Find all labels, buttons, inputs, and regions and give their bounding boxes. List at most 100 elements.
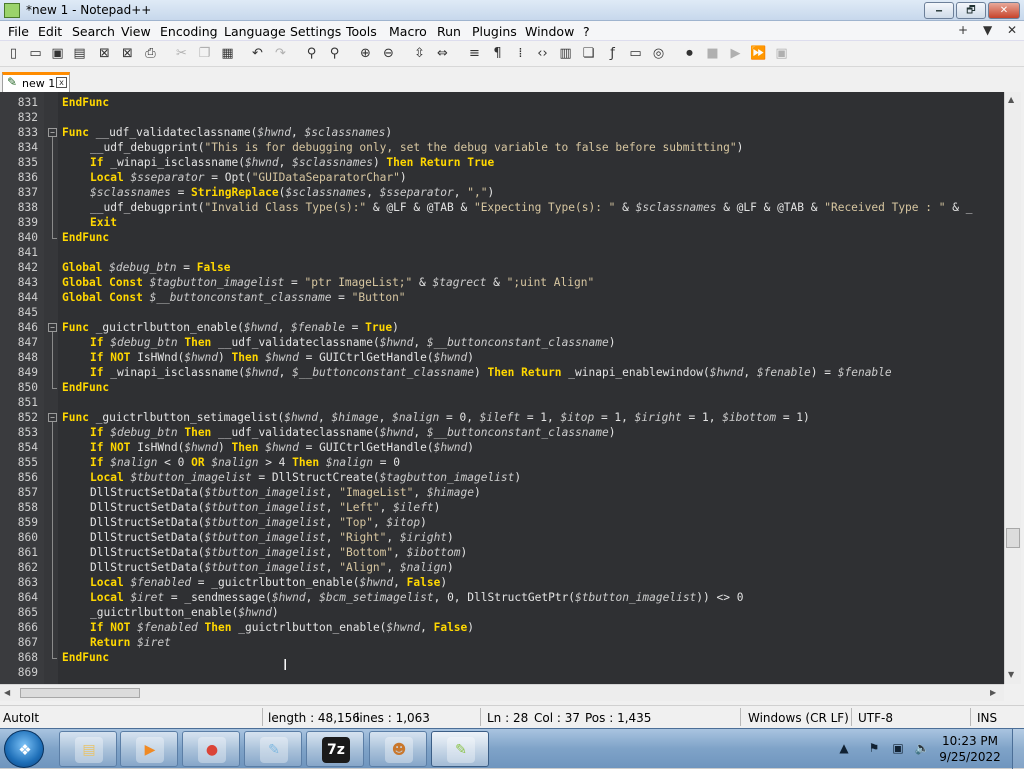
- menu-window[interactable]: Window: [525, 24, 574, 39]
- stop-record-icon[interactable]: ■: [704, 45, 721, 62]
- new-file-icon[interactable]: ▯: [5, 45, 22, 62]
- save-macro-icon[interactable]: ▣: [773, 45, 790, 62]
- scroll-left-icon[interactable]: ◀: [4, 688, 10, 697]
- line-number: 846: [17, 321, 38, 334]
- doc-list-icon[interactable]: ❏: [580, 45, 597, 62]
- menu-language[interactable]: Language: [224, 24, 286, 39]
- zoom-out-icon[interactable]: ⊖: [380, 45, 397, 62]
- save-all-icon[interactable]: ▤: [71, 45, 88, 62]
- line-number: 844: [17, 291, 38, 304]
- menu-help[interactable]: ?: [583, 24, 590, 39]
- status-insert-mode: INS: [977, 711, 998, 725]
- tab-close-icon[interactable]: x: [56, 77, 67, 88]
- taskbar-app-gimp[interactable]: ☻: [369, 731, 427, 767]
- show-desktop-button[interactable]: [1012, 729, 1024, 769]
- menu-tools[interactable]: Tools: [346, 24, 377, 39]
- udl-icon[interactable]: ‹›: [534, 45, 551, 62]
- play-macro-icon[interactable]: ▶: [727, 45, 744, 62]
- undo-icon[interactable]: ↶: [249, 45, 266, 62]
- scroll-right-icon[interactable]: ▶: [990, 688, 996, 697]
- close-tab-button[interactable]: ✕: [1007, 23, 1017, 37]
- minimize-button[interactable]: 🗕: [924, 2, 954, 19]
- title-bar[interactable]: *new 1 - Notepad++ 🗕 🗗 ✕: [0, 0, 1024, 21]
- find-icon[interactable]: ⚲: [303, 45, 320, 62]
- network-icon[interactable]: ▣: [890, 740, 906, 756]
- tab-list-dropdown-icon[interactable]: ▼: [983, 23, 992, 37]
- fold-toggle-icon[interactable]: −: [48, 413, 57, 422]
- clock-time[interactable]: 10:23 PM: [935, 734, 1005, 748]
- line-number: 838: [17, 201, 38, 214]
- sync-vertical-icon[interactable]: ⇳: [411, 45, 428, 62]
- menu-run[interactable]: Run: [437, 24, 461, 39]
- code-line: Exit: [90, 216, 117, 229]
- menu-plugins[interactable]: Plugins: [472, 24, 517, 39]
- code-editor[interactable]: 831 832 833 834 835 836 837 838 839 840 841 842 843 8…: [0, 92, 1004, 684]
- vertical-scroll-thumb[interactable]: [1006, 528, 1020, 548]
- run-macro-multiple-icon[interactable]: ⏩: [750, 45, 767, 62]
- menu-settings[interactable]: Settings: [290, 24, 341, 39]
- record-macro-icon[interactable]: ⏺: [681, 45, 698, 62]
- code-line: Local $iret = _sendmessage($hwnd, $bcm_s…: [90, 591, 744, 604]
- word-wrap-icon[interactable]: ≡: [466, 45, 483, 62]
- menu-search[interactable]: Search: [72, 24, 115, 39]
- copy-icon[interactable]: ❐: [196, 45, 213, 62]
- horizontal-scrollbar[interactable]: ◀ ▶: [0, 684, 1004, 701]
- menu-view[interactable]: View: [121, 24, 151, 39]
- taskbar-app-notepad[interactable]: ✎: [244, 731, 302, 767]
- taskbar-app-7zip[interactable]: 7z: [306, 731, 364, 767]
- code-line: If $debug_btn Then __udf_validateclassna…: [90, 336, 616, 349]
- taskbar-app-notepad-plus-plus[interactable]: ✎: [431, 731, 489, 767]
- menu-macro[interactable]: Macro: [389, 24, 427, 39]
- zoom-in-icon[interactable]: ⊕: [357, 45, 374, 62]
- menu-encoding[interactable]: Encoding: [160, 24, 218, 39]
- menu-file[interactable]: File: [8, 24, 29, 39]
- fold-toggle-icon[interactable]: −: [48, 323, 57, 332]
- line-number: 835: [17, 156, 38, 169]
- status-pos: Pos : 1,435: [585, 711, 652, 725]
- show-all-chars-icon[interactable]: ¶: [489, 45, 506, 62]
- menu-edit[interactable]: Edit: [38, 24, 62, 39]
- action-center-icon[interactable]: ⚑: [866, 740, 882, 756]
- code-line: If NOT IsHWnd($hwnd) Then $hwnd = GUICtr…: [90, 351, 475, 364]
- volume-icon[interactable]: 🔈: [914, 740, 930, 756]
- fold-end-mark: [52, 658, 57, 659]
- horizontal-scroll-thumb[interactable]: [20, 688, 140, 698]
- code-line: If $nalign < 0 OR $nalign > 4 Then $nali…: [90, 456, 400, 469]
- code-line: Local $sseparator = Opt("GUIDataSeparato…: [90, 171, 407, 184]
- paste-icon[interactable]: ▦: [219, 45, 236, 62]
- scroll-down-icon[interactable]: ▼: [1008, 670, 1014, 679]
- close-icon[interactable]: ⊠: [96, 45, 113, 62]
- redo-icon[interactable]: ↷: [272, 45, 289, 62]
- clock-date[interactable]: 9/25/2022: [935, 750, 1005, 764]
- new-tab-button[interactable]: +: [958, 23, 968, 37]
- code-line: Return $iret: [90, 636, 171, 649]
- maximize-button[interactable]: 🗗: [956, 2, 986, 19]
- monitoring-icon[interactable]: ◎: [650, 45, 667, 62]
- close-window-button[interactable]: ✕: [988, 2, 1020, 19]
- print-icon[interactable]: ⎙: [142, 45, 159, 62]
- doc-map-icon[interactable]: ▥: [557, 45, 574, 62]
- taskbar-app-media-player[interactable]: ▶: [120, 731, 178, 767]
- sync-horizontal-icon[interactable]: ⇔: [434, 45, 451, 62]
- save-icon[interactable]: ▣: [49, 45, 66, 62]
- replace-icon[interactable]: ⚲: [326, 45, 343, 62]
- indent-guide-icon[interactable]: ⁞: [512, 45, 529, 62]
- function-list-icon[interactable]: ƒ: [604, 45, 621, 62]
- taskbar-app-chrome[interactable]: ●: [182, 731, 240, 767]
- cut-icon[interactable]: ✂: [173, 45, 190, 62]
- line-number: 849: [17, 366, 38, 379]
- tab-new-1[interactable]: ✎ new 1 x: [2, 72, 70, 92]
- line-number: 862: [17, 561, 38, 574]
- open-file-icon[interactable]: ▭: [27, 45, 44, 62]
- taskbar-app-explorer[interactable]: ▤: [59, 731, 117, 767]
- fold-toggle-icon[interactable]: −: [48, 128, 57, 137]
- notepad-plus-plus-icon: [4, 3, 20, 18]
- folder-workspace-icon[interactable]: ▭: [627, 45, 644, 62]
- scroll-up-icon[interactable]: ▲: [1008, 95, 1014, 104]
- close-all-icon[interactable]: ⊠: [119, 45, 136, 62]
- tray-expand-icon[interactable]: ▲: [836, 740, 852, 756]
- line-number: 831: [17, 96, 38, 109]
- vertical-scrollbar[interactable]: ▲ ▼: [1004, 92, 1021, 684]
- start-button[interactable]: ❖: [4, 730, 44, 768]
- line-number: 845: [17, 306, 38, 319]
